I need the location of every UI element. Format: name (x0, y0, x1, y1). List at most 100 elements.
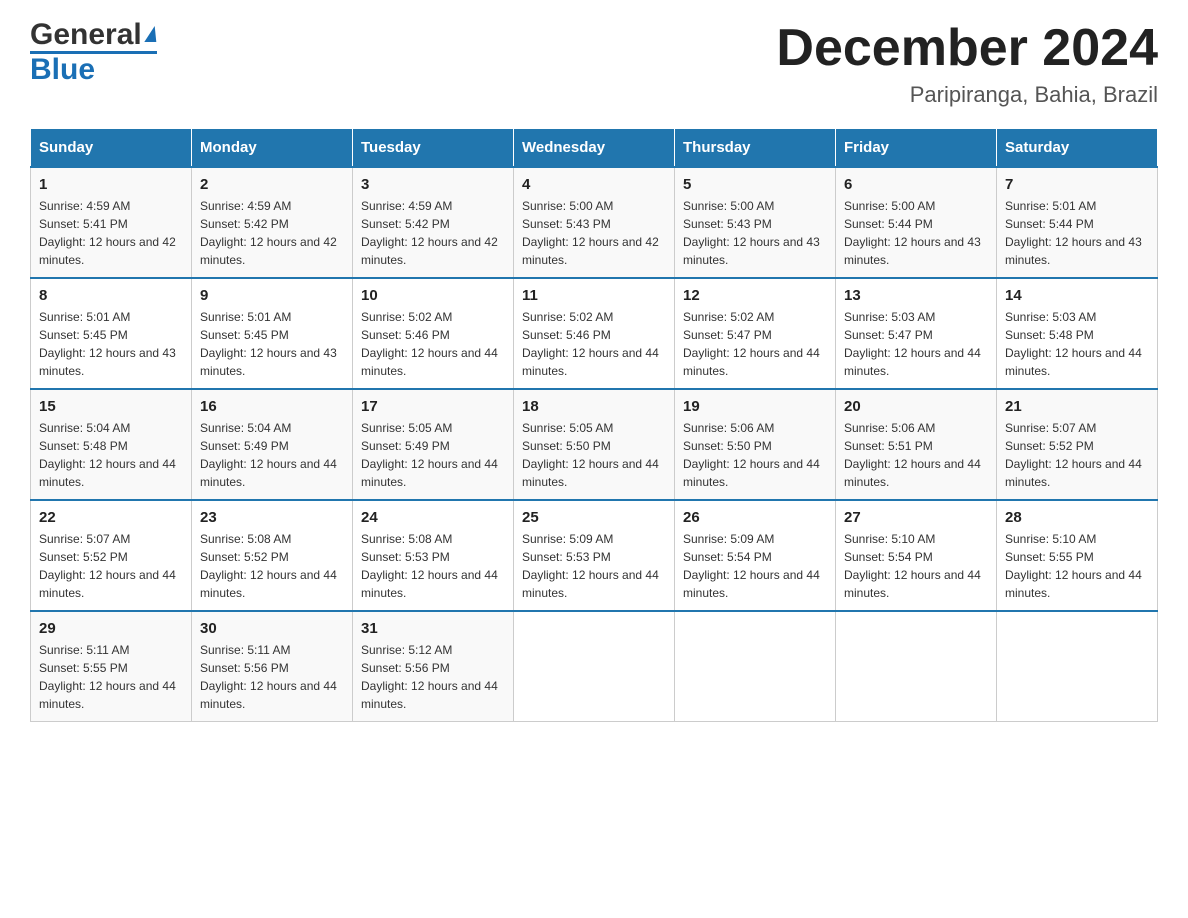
day-number: 6 (844, 176, 988, 193)
day-of-week-header: Tuesday (353, 129, 514, 168)
calendar-week-row: 1 Sunrise: 4:59 AMSunset: 5:41 PMDaylight… (31, 167, 1158, 278)
calendar-day-cell: 3Sunrise: 4:59 AMSunset: 5:42 PMDaylight… (353, 167, 514, 278)
day-of-week-header: Friday (836, 129, 997, 168)
calendar-day-cell (997, 611, 1158, 722)
day-number: 11 (522, 287, 666, 304)
calendar-day-cell: 7 Sunrise: 5:01 AMSunset: 5:44 PMDaylight… (997, 167, 1158, 278)
calendar-week-row: 29Sunrise: 5:11 AMSunset: 5:55 PMDayligh… (31, 611, 1158, 722)
day-number: 18 (522, 398, 666, 415)
day-info: Sunrise: 5:04 AMSunset: 5:48 PMDaylight:… (39, 419, 183, 491)
calendar-day-cell: 26Sunrise: 5:09 AMSunset: 5:54 PMDayligh… (675, 500, 836, 611)
calendar-day-cell: 8 Sunrise: 5:01 AMSunset: 5:45 PMDaylight… (31, 278, 192, 389)
day-number: 21 (1005, 398, 1149, 415)
calendar-day-cell: 21 Sunrise: 5:07 AMSunset: 5:52 PMDayligh… (997, 389, 1158, 500)
day-info: Sunrise: 5:02 AMSunset: 5:46 PMDaylight:… (361, 308, 505, 380)
day-number: 29 (39, 620, 183, 637)
calendar-day-cell: 23 Sunrise: 5:08 AMSunset: 5:52 PMDayligh… (192, 500, 353, 611)
day-info: Sunrise: 5:01 AMSunset: 5:45 PMDaylight:… (200, 308, 344, 380)
day-of-week-header: Sunday (31, 129, 192, 168)
day-info: Sunrise: 5:11 AMSunset: 5:56 PMDaylight:… (200, 641, 344, 713)
day-info: Sunrise: 5:06 AMSunset: 5:50 PMDaylight:… (683, 419, 827, 491)
day-number: 30 (200, 620, 344, 637)
logo-triangle-icon (144, 26, 157, 42)
calendar-day-cell (675, 611, 836, 722)
days-of-week-row: SundayMondayTuesdayWednesdayThursdayFrid… (31, 129, 1158, 168)
day-number: 27 (844, 509, 988, 526)
calendar-day-cell: 13Sunrise: 5:03 AMSunset: 5:47 PMDayligh… (836, 278, 997, 389)
calendar-week-row: 15 Sunrise: 5:04 AMSunset: 5:48 PMDayligh… (31, 389, 1158, 500)
day-number: 26 (683, 509, 827, 526)
day-number: 23 (200, 509, 344, 526)
calendar-table: SundayMondayTuesdayWednesdayThursdayFrid… (30, 128, 1158, 722)
calendar-day-cell: 5 Sunrise: 5:00 AMSunset: 5:43 PMDaylight… (675, 167, 836, 278)
day-number: 5 (683, 176, 827, 193)
calendar-day-cell: 25Sunrise: 5:09 AMSunset: 5:53 PMDayligh… (514, 500, 675, 611)
day-number: 19 (683, 398, 827, 415)
day-of-week-header: Monday (192, 129, 353, 168)
calendar-day-cell: 31 Sunrise: 5:12 AMSunset: 5:56 PMDayligh… (353, 611, 514, 722)
calendar-day-cell: 11 Sunrise: 5:02 AMSunset: 5:46 PMDayligh… (514, 278, 675, 389)
day-number: 15 (39, 398, 183, 415)
calendar-day-cell: 30 Sunrise: 5:11 AMSunset: 5:56 PMDayligh… (192, 611, 353, 722)
day-number: 25 (522, 509, 666, 526)
calendar-day-cell: 17Sunrise: 5:05 AMSunset: 5:49 PMDayligh… (353, 389, 514, 500)
day-number: 16 (200, 398, 344, 415)
day-info: Sunrise: 5:08 AMSunset: 5:53 PMDaylight:… (361, 530, 505, 602)
location: Paripiranga, Bahia, Brazil (776, 82, 1158, 108)
day-number: 14 (1005, 287, 1149, 304)
day-info: Sunrise: 5:07 AMSunset: 5:52 PMDaylight:… (39, 530, 183, 602)
day-number: 9 (200, 287, 344, 304)
day-info: Sunrise: 5:00 AMSunset: 5:44 PMDaylight:… (844, 197, 988, 269)
day-info: Sunrise: 5:08 AMSunset: 5:52 PMDaylight:… (200, 530, 344, 602)
calendar-day-cell: 28Sunrise: 5:10 AMSunset: 5:55 PMDayligh… (997, 500, 1158, 611)
day-number: 31 (361, 620, 505, 637)
day-info: Sunrise: 5:05 AMSunset: 5:50 PMDaylight:… (522, 419, 666, 491)
day-number: 1 (39, 176, 183, 193)
calendar-body: 1 Sunrise: 4:59 AMSunset: 5:41 PMDaylight… (31, 167, 1158, 722)
day-info: Sunrise: 5:07 AMSunset: 5:52 PMDaylight:… (1005, 419, 1149, 491)
page-header: General Blue December 2024 Paripiranga, … (30, 20, 1158, 108)
day-info: Sunrise: 5:10 AMSunset: 5:55 PMDaylight:… (1005, 530, 1149, 602)
calendar-day-cell: 15 Sunrise: 5:04 AMSunset: 5:48 PMDayligh… (31, 389, 192, 500)
calendar-day-cell: 29Sunrise: 5:11 AMSunset: 5:55 PMDayligh… (31, 611, 192, 722)
calendar-header: SundayMondayTuesdayWednesdayThursdayFrid… (31, 129, 1158, 168)
calendar-day-cell: 18 Sunrise: 5:05 AMSunset: 5:50 PMDayligh… (514, 389, 675, 500)
day-info: Sunrise: 5:01 AMSunset: 5:44 PMDaylight:… (1005, 197, 1149, 269)
calendar-day-cell: 12 Sunrise: 5:02 AMSunset: 5:47 PMDayligh… (675, 278, 836, 389)
calendar-day-cell: 2Sunrise: 4:59 AMSunset: 5:42 PMDaylight… (192, 167, 353, 278)
calendar-day-cell: 22Sunrise: 5:07 AMSunset: 5:52 PMDayligh… (31, 500, 192, 611)
title-section: December 2024 Paripiranga, Bahia, Brazil (776, 20, 1158, 108)
day-info: Sunrise: 5:00 AMSunset: 5:43 PMDaylight:… (683, 197, 827, 269)
day-number: 10 (361, 287, 505, 304)
day-number: 12 (683, 287, 827, 304)
day-info: Sunrise: 5:01 AMSunset: 5:45 PMDaylight:… (39, 308, 183, 380)
calendar-day-cell: 10 Sunrise: 5:02 AMSunset: 5:46 PMDayligh… (353, 278, 514, 389)
calendar-day-cell: 24 Sunrise: 5:08 AMSunset: 5:53 PMDayligh… (353, 500, 514, 611)
day-number: 4 (522, 176, 666, 193)
day-info: Sunrise: 5:02 AMSunset: 5:47 PMDaylight:… (683, 308, 827, 380)
calendar-day-cell: 14Sunrise: 5:03 AMSunset: 5:48 PMDayligh… (997, 278, 1158, 389)
day-info: Sunrise: 5:12 AMSunset: 5:56 PMDaylight:… (361, 641, 505, 713)
day-of-week-header: Wednesday (514, 129, 675, 168)
day-info: Sunrise: 4:59 AMSunset: 5:42 PMDaylight:… (200, 197, 344, 269)
logo: General Blue (30, 20, 157, 85)
calendar-day-cell: 4Sunrise: 5:00 AMSunset: 5:43 PMDaylight… (514, 167, 675, 278)
calendar-day-cell: 1 Sunrise: 4:59 AMSunset: 5:41 PMDaylight… (31, 167, 192, 278)
day-number: 20 (844, 398, 988, 415)
day-info: Sunrise: 5:03 AMSunset: 5:47 PMDaylight:… (844, 308, 988, 380)
day-number: 17 (361, 398, 505, 415)
calendar-day-cell (514, 611, 675, 722)
day-info: Sunrise: 5:02 AMSunset: 5:46 PMDaylight:… (522, 308, 666, 380)
calendar-day-cell (836, 611, 997, 722)
day-number: 7 (1005, 176, 1149, 193)
day-info: Sunrise: 5:04 AMSunset: 5:49 PMDaylight:… (200, 419, 344, 491)
day-number: 24 (361, 509, 505, 526)
day-number: 8 (39, 287, 183, 304)
logo-block: General Blue (30, 20, 157, 85)
day-info: Sunrise: 4:59 AMSunset: 5:42 PMDaylight:… (361, 197, 505, 269)
calendar-day-cell: 19 Sunrise: 5:06 AMSunset: 5:50 PMDayligh… (675, 389, 836, 500)
calendar-day-cell: 16 Sunrise: 5:04 AMSunset: 5:49 PMDayligh… (192, 389, 353, 500)
calendar-week-row: 8 Sunrise: 5:01 AMSunset: 5:45 PMDaylight… (31, 278, 1158, 389)
day-info: Sunrise: 4:59 AMSunset: 5:41 PMDaylight:… (39, 197, 183, 269)
day-of-week-header: Saturday (997, 129, 1158, 168)
